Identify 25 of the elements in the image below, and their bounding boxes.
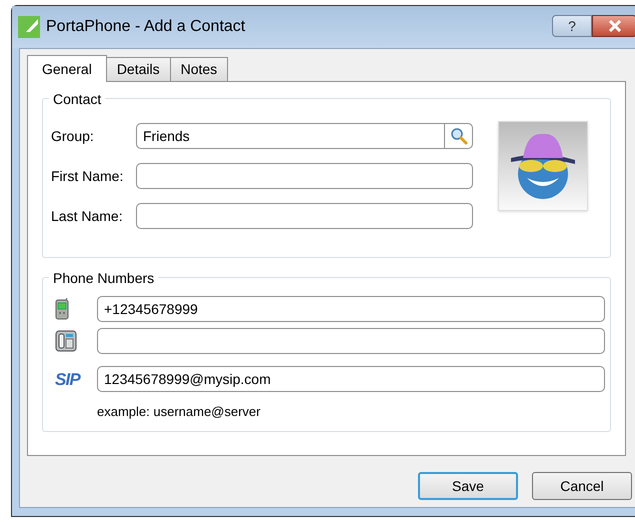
mobile-phone-icon: [55, 298, 69, 320]
text-field[interactable]: [97, 328, 605, 354]
field-label: First Name:: [51, 166, 124, 186]
text-field[interactable]: +12345678999: [97, 296, 605, 322]
window-title: PortaPhone - Add a Contact: [46, 17, 246, 37]
close-button[interactable]: [592, 15, 635, 37]
tab[interactable]: Notes: [170, 57, 228, 81]
dialog-button[interactable]: Save: [418, 472, 518, 500]
search-icon[interactable]: [450, 127, 468, 145]
sip-logo: SIP: [55, 370, 80, 388]
desk-phone-icon: [55, 330, 77, 352]
text-field[interactable]: Friends: [137, 126, 444, 146]
dialog-button[interactable]: Cancel: [532, 472, 632, 500]
close-icon: [608, 20, 622, 32]
field-label: Last Name:: [51, 206, 124, 226]
group-field[interactable]: Friends: [136, 123, 473, 149]
hint-text: example: username@server: [97, 403, 262, 421]
field-label: Group:: [51, 126, 95, 146]
help-button[interactable]: ?: [552, 15, 592, 37]
text-field[interactable]: [136, 163, 473, 189]
tab[interactable]: Details: [106, 57, 171, 81]
tab[interactable]: General: [27, 55, 107, 82]
app-logo-icon: [18, 16, 40, 38]
text-field[interactable]: [136, 203, 473, 229]
text-field[interactable]: 12345678999@mysip.com: [97, 366, 605, 392]
